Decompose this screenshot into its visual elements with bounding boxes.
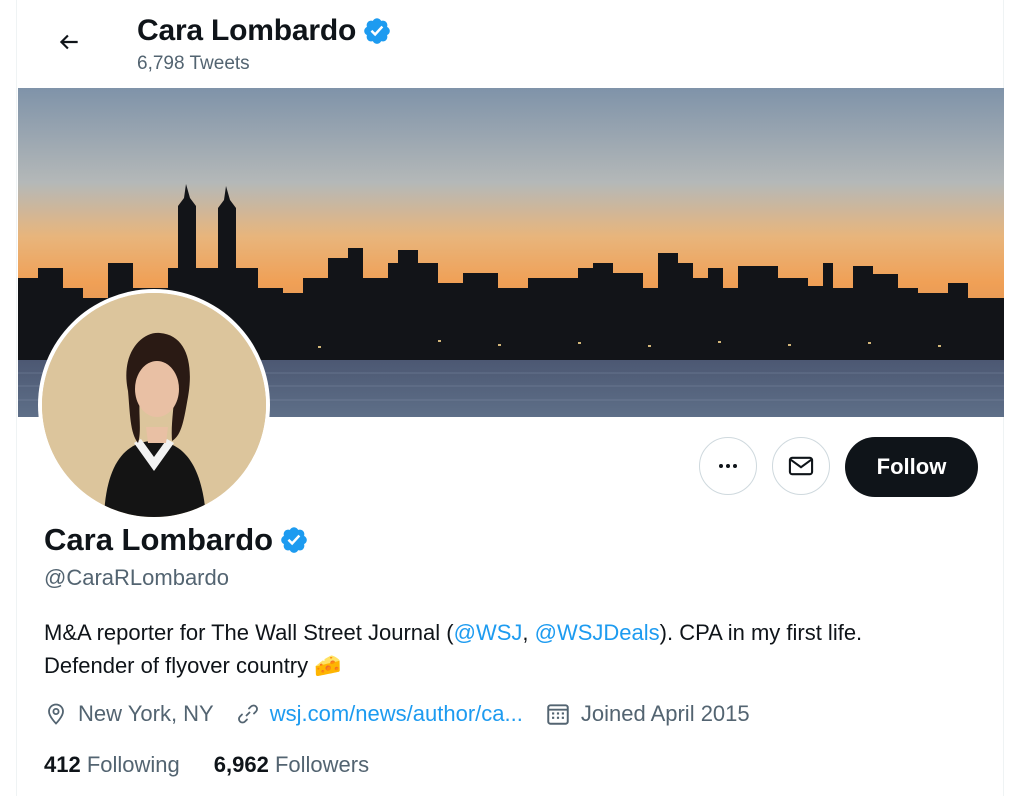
link-icon <box>237 704 258 724</box>
following-count: 412 <box>44 752 81 777</box>
follow-stats: 412 Following 6,962 Followers <box>44 752 403 778</box>
followers-link[interactable]: 6,962 Followers <box>214 752 369 778</box>
followers-label: Followers <box>274 752 370 777</box>
bio-text: M&A reporter for The Wall Street Journal… <box>44 620 454 645</box>
verified-badge-icon <box>364 18 390 44</box>
following-label: Following <box>86 752 180 777</box>
profile-name-text: Cara Lombardo <box>44 522 274 557</box>
profile-avatar[interactable] <box>38 289 270 521</box>
following-link[interactable]: 412 Following <box>44 752 180 778</box>
website-link[interactable]: wsj.com/news/author/ca... <box>270 701 523 727</box>
profile-handle: @CaraRLombardo <box>44 565 229 590</box>
mention-wsjdeals-link[interactable]: @WSJDeals <box>535 620 660 645</box>
avatar-image <box>42 293 266 517</box>
verified-badge-icon <box>281 527 307 553</box>
profile-meta: New York, NY wsj.com/news/author/ca... J… <box>44 701 772 727</box>
website-item: wsj.com/news/author/ca... <box>236 701 523 727</box>
follow-button[interactable]: Follow <box>845 437 978 497</box>
more-icon <box>719 464 737 468</box>
back-button[interactable] <box>51 24 87 60</box>
joined-text: Joined April 2015 <box>580 701 750 726</box>
more-button[interactable] <box>699 437 757 495</box>
mail-icon <box>788 456 814 476</box>
bio-text: ). CPA in my first life. <box>659 620 863 645</box>
bio-separator: , <box>522 620 535 645</box>
location-text: New York, NY <box>78 701 214 726</box>
mention-wsj-link[interactable]: @WSJ <box>454 620 523 645</box>
header-name: Cara Lombardo <box>137 14 357 47</box>
calendar-icon <box>547 704 569 725</box>
message-button[interactable] <box>772 437 830 495</box>
back-arrow-icon <box>59 34 78 50</box>
bio-text-line2: Defender of flyover country <box>44 653 309 678</box>
profile-name: Cara Lombardo <box>44 522 309 558</box>
cheese-emoji: 🧀 <box>314 653 342 678</box>
location-icon <box>48 703 64 725</box>
header-title: Cara Lombardo <box>137 14 392 48</box>
location-item: New York, NY <box>44 701 214 727</box>
tweet-count: 6,798 Tweets <box>137 53 250 74</box>
profile-column: Cara Lombardo 6,798 Tweets Follow Cara L… <box>16 0 1004 796</box>
followers-count: 6,962 <box>213 752 269 777</box>
profile-bio: M&A reporter for The Wall Street Journal… <box>44 616 984 682</box>
joined-item: Joined April 2015 <box>545 701 750 727</box>
